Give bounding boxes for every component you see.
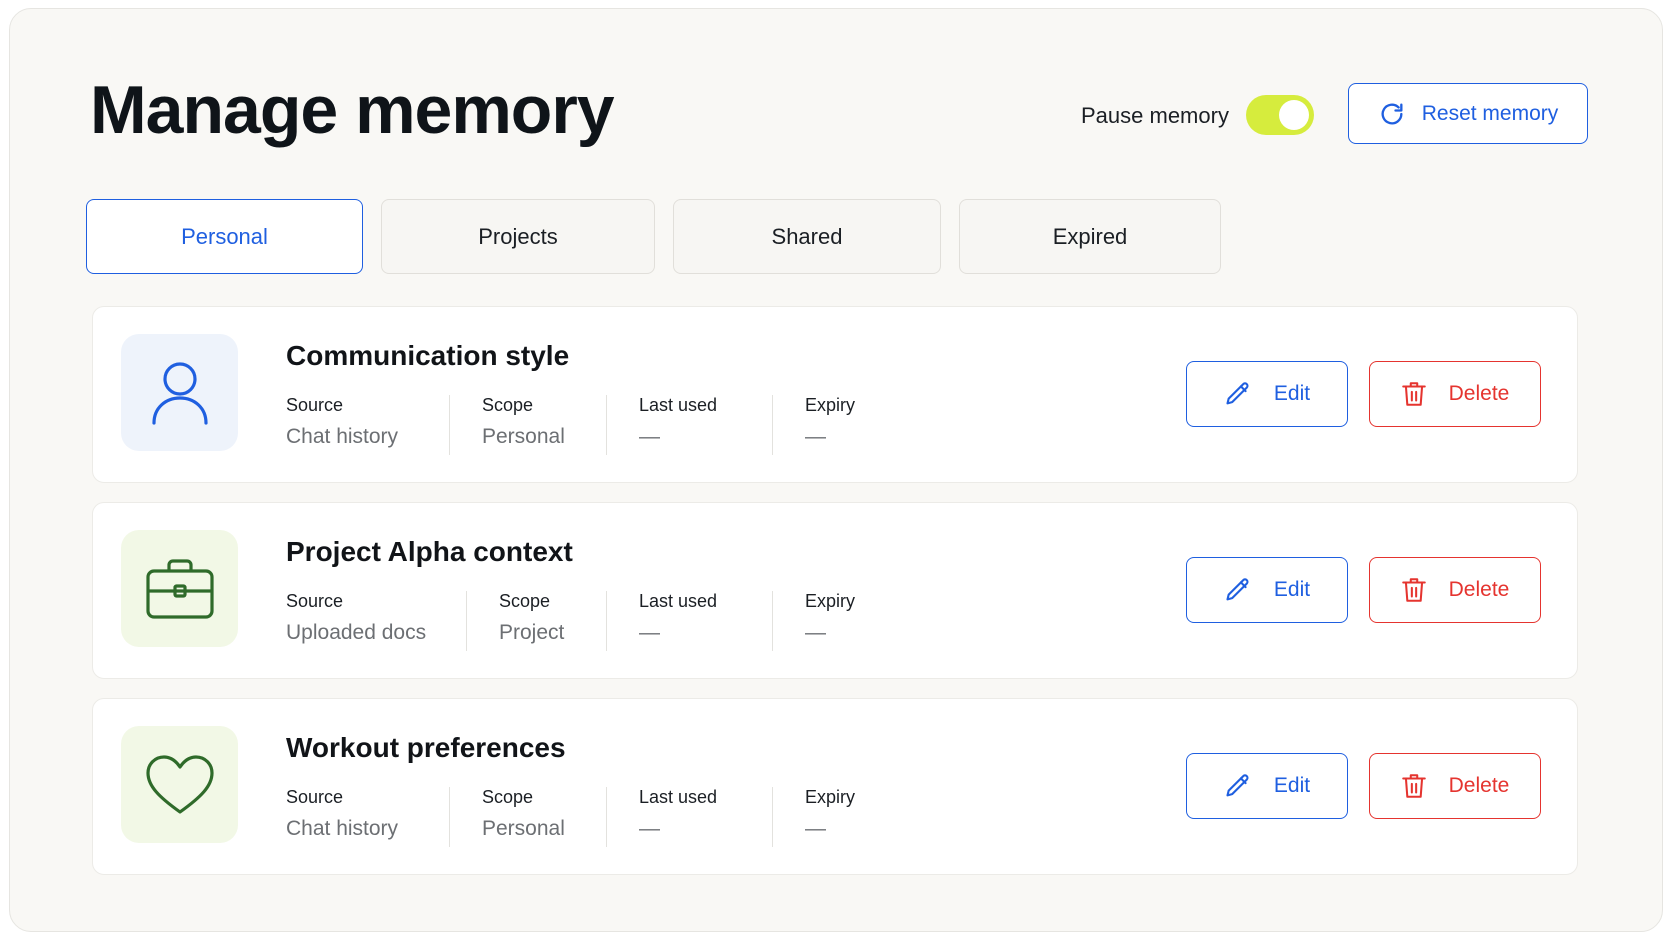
meta-value: — [639, 621, 660, 644]
meta-divider [449, 787, 450, 847]
meta-label: Source [286, 787, 344, 807]
meta-value: Chat history [286, 817, 399, 840]
refresh-icon [1381, 103, 1403, 124]
trash-icon [1401, 578, 1426, 602]
tab-label: Expired [1052, 223, 1128, 249]
memory-card: Project Alpha context Source Uploaded do… [92, 502, 1578, 679]
meta-value: Uploaded docs [286, 621, 427, 644]
reset-memory-button[interactable]: Reset memory [1348, 83, 1588, 144]
tab-label: Personal [181, 223, 268, 249]
meta-divider [606, 591, 607, 651]
meta-label: Expiry [805, 787, 856, 807]
meta-value: — [805, 817, 826, 840]
delete-button[interactable]: Delete [1369, 753, 1541, 819]
pencil-icon [1226, 774, 1249, 797]
page-title: Manage memory [90, 72, 615, 148]
meta-value: — [805, 425, 826, 448]
meta-label: Scope [482, 787, 534, 807]
delete-label: Delete [1448, 382, 1510, 405]
meta-value: Personal [482, 425, 565, 448]
edit-button[interactable]: Edit [1186, 361, 1348, 427]
meta-value: — [639, 817, 660, 840]
edit-label: Edit [1273, 774, 1311, 797]
briefcase-icon [145, 558, 214, 619]
meta-label: Scope [482, 395, 534, 415]
trash-icon [1401, 382, 1426, 406]
edit-button[interactable]: Edit [1186, 753, 1348, 819]
pencil-icon [1226, 578, 1249, 601]
memory-title: Communication style [286, 340, 570, 371]
memory-card: Communication style Source Chat history … [92, 306, 1578, 483]
meta-divider [772, 395, 773, 455]
edit-label: Edit [1273, 382, 1311, 405]
memory-icon-box [121, 726, 238, 843]
edit-button[interactable]: Edit [1186, 557, 1348, 623]
meta-divider [466, 591, 467, 651]
memory-card: Workout preferences Source Chat history … [92, 698, 1578, 875]
meta-divider [449, 395, 450, 455]
tab-label: Projects [478, 223, 558, 249]
meta-value: Project [499, 621, 565, 644]
tab-expired[interactable]: Expired [959, 199, 1221, 274]
pencil-icon [1226, 382, 1249, 405]
meta-label: Expiry [805, 591, 856, 611]
trash-icon [1401, 774, 1426, 798]
meta-value: — [639, 425, 660, 448]
meta-label: Last used [639, 395, 718, 415]
toggle-knob [1279, 100, 1309, 130]
meta-label: Source [286, 591, 344, 611]
heart-icon [145, 754, 214, 814]
meta-divider [606, 787, 607, 847]
meta-divider [772, 787, 773, 847]
meta-value: — [805, 621, 826, 644]
tab-personal[interactable]: Personal [86, 199, 363, 274]
edit-label: Edit [1273, 578, 1311, 601]
meta-label: Expiry [805, 395, 856, 415]
delete-button[interactable]: Delete [1369, 361, 1541, 427]
tab-projects[interactable]: Projects [381, 199, 655, 274]
memory-title: Project Alpha context [286, 536, 573, 567]
meta-label: Scope [499, 591, 551, 611]
delete-label: Delete [1448, 774, 1510, 797]
meta-label: Last used [639, 591, 718, 611]
pause-memory-label: Pause memory [1081, 103, 1229, 128]
tab-shared[interactable]: Shared [673, 199, 941, 274]
memory-icon-box [121, 334, 238, 451]
meta-label: Source [286, 395, 344, 415]
meta-divider [772, 591, 773, 651]
pause-memory-toggle[interactable] [1246, 95, 1314, 135]
tab-label: Shared [771, 223, 843, 249]
reset-memory-label: Reset memory [1421, 101, 1559, 125]
meta-value: Personal [482, 817, 565, 840]
delete-button[interactable]: Delete [1369, 557, 1541, 623]
memory-icon-box [121, 530, 238, 647]
meta-value: Chat history [286, 425, 399, 448]
meta-label: Last used [639, 787, 718, 807]
user-icon [151, 361, 208, 425]
delete-label: Delete [1448, 578, 1510, 601]
memory-title: Workout preferences [286, 732, 566, 763]
meta-divider [606, 395, 607, 455]
